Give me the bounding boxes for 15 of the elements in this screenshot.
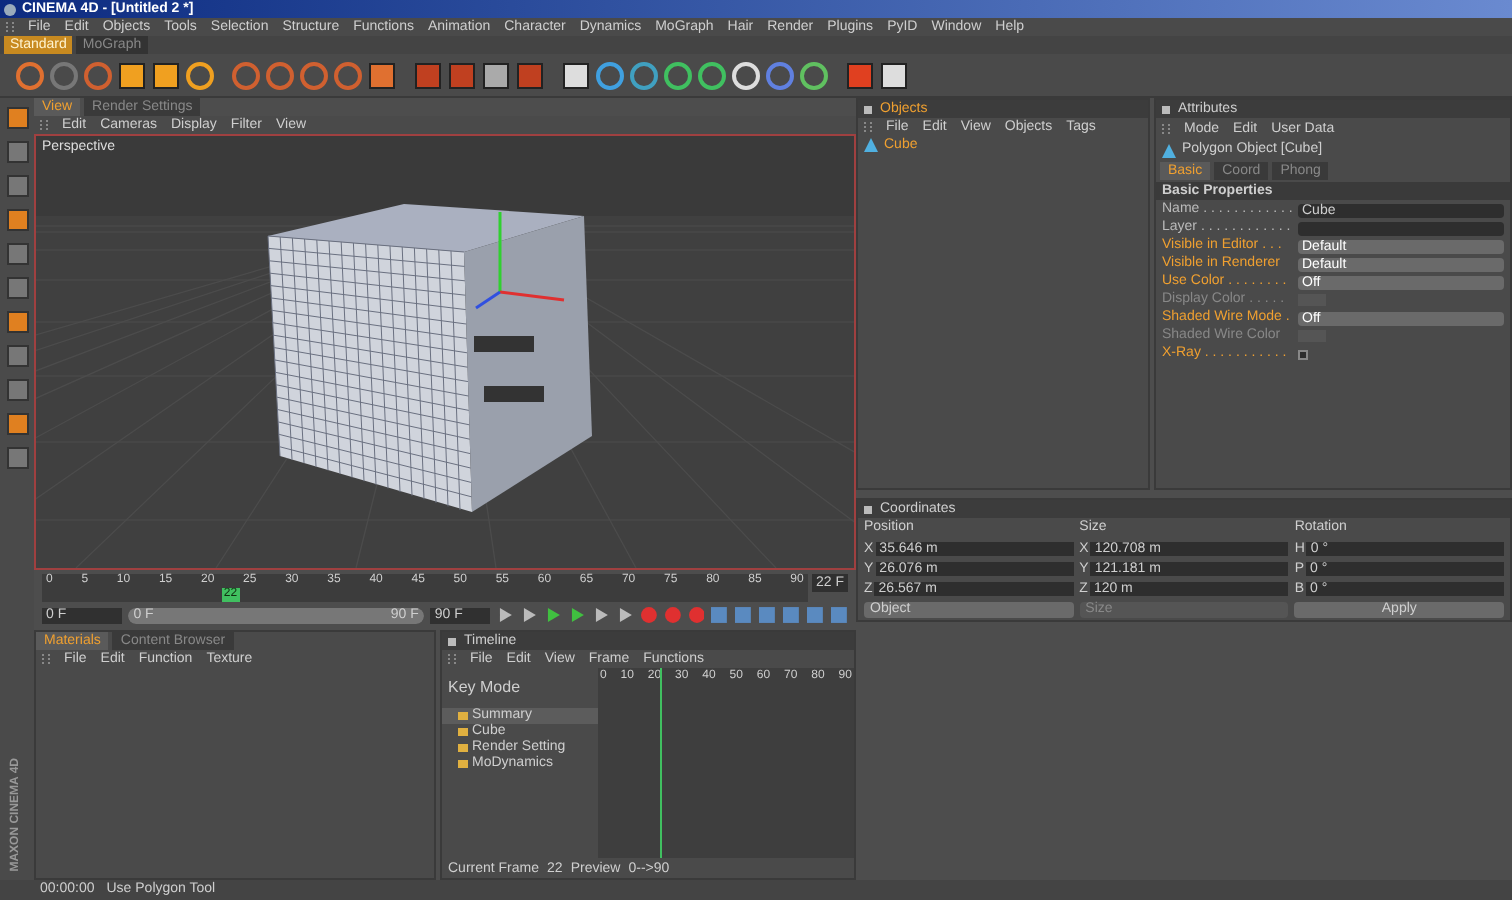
checkbox[interactable] [1298, 349, 1308, 359]
grip-icon [864, 122, 872, 132]
grip-icon [1162, 124, 1170, 134]
grip-icon [6, 22, 14, 32]
panel-icon [448, 637, 456, 645]
app-icon [4, 3, 16, 15]
key-mode-label: Key Mode [446, 676, 523, 700]
polygon-object-icon [1162, 143, 1176, 157]
grip-icon [42, 654, 50, 664]
text-field[interactable] [1298, 221, 1504, 235]
grip-icon [448, 654, 456, 664]
grip-icon [40, 120, 48, 130]
panel-icon [864, 105, 872, 113]
panel-icon [1162, 105, 1170, 113]
panel-icon [864, 505, 872, 513]
